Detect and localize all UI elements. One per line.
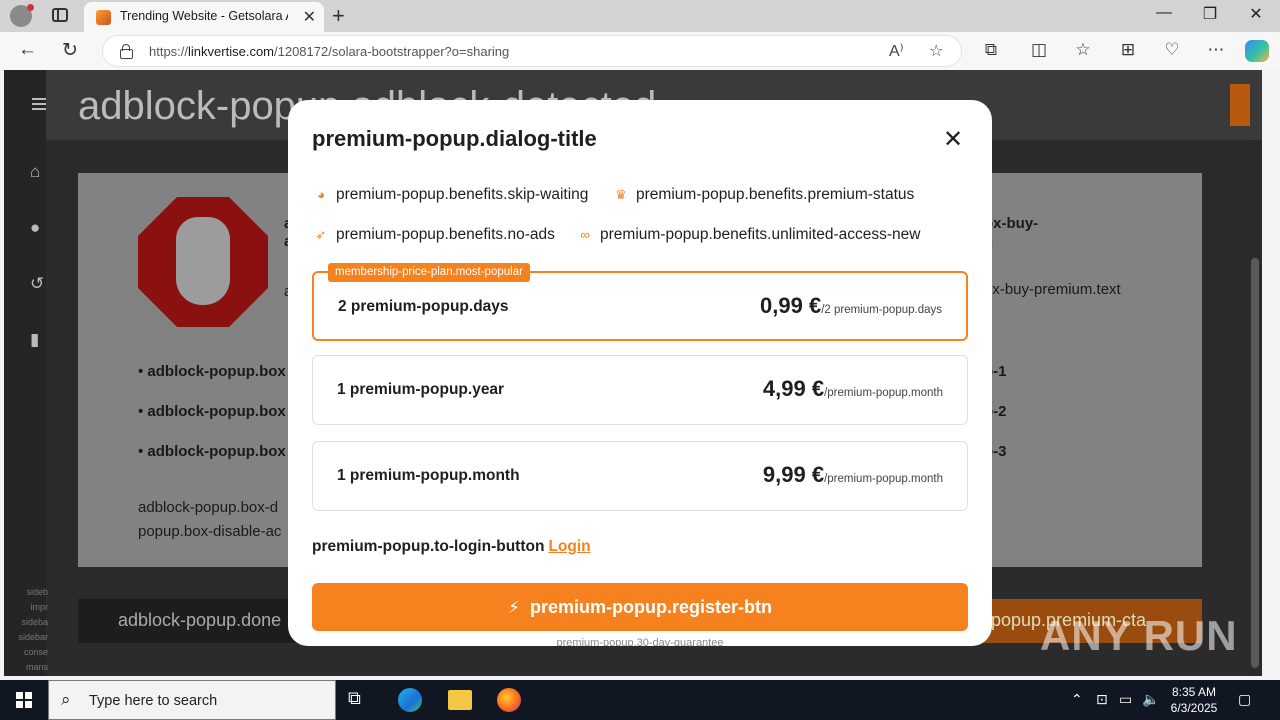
restore-button[interactable]: ❐ <box>1187 4 1233 24</box>
read-aloud-icon[interactable]: A⁾ <box>889 41 904 61</box>
edge-browser-icon[interactable] <box>398 688 422 712</box>
right-title-fragment: ox-buy- <box>984 215 1039 232</box>
plan-price: 9,99 €/premium-popup.month <box>762 462 943 487</box>
infinity-icon: ∞ <box>580 227 590 242</box>
plan-price: 4,99 €/premium-popup.month <box>762 376 943 401</box>
notifications-icon[interactable]: ▢ <box>1238 691 1251 708</box>
plan-option-1-month[interactable]: 1 premium-popup.month 9,99 €/premium-pop… <box>312 441 968 511</box>
profile-avatar-icon[interactable] <box>10 4 34 27</box>
display-icon[interactable]: ▭ <box>1119 691 1132 708</box>
browser-toolbar: ← ↻ https://linkvertise.com/1208172/sola… <box>0 32 1280 70</box>
site-favicon-icon <box>96 10 111 25</box>
collections-icon[interactable]: ⊞ <box>1116 40 1140 60</box>
plan-name: 1 premium-popup.year <box>337 381 505 398</box>
home-icon[interactable]: ⌂ <box>30 162 48 181</box>
task-view-icon[interactable]: ⧉ <box>348 688 372 712</box>
crown-icon: ♛ <box>615 187 627 202</box>
url-text[interactable]: https://linkvertise.com/1208172/solara-b… <box>149 44 509 59</box>
address-bar[interactable]: https://linkvertise.com/1208172/solara-b… <box>102 35 962 67</box>
search-placeholder: Type here to search <box>89 693 218 709</box>
plan-name: 2 premium-popup.days <box>338 298 509 315</box>
tray-chevron-icon[interactable]: ⌃ <box>1071 691 1083 708</box>
plan-price: 0,99 €/2 premium-popup.days <box>760 293 942 318</box>
user-icon[interactable]: ● <box>30 218 48 237</box>
skip-waiting-icon: ◕ <box>317 187 325 202</box>
window-close-button[interactable]: ✕ <box>1233 4 1279 24</box>
favorites-icon[interactable]: ☆ <box>1071 40 1095 60</box>
file-explorer-icon[interactable] <box>448 690 472 710</box>
sidebar-link[interactable]: sidebar <box>8 630 48 645</box>
notification-dot <box>27 4 34 11</box>
most-popular-badge: membership-price-plan.most-popular <box>328 263 530 282</box>
bookmark-icon[interactable]: ▮ <box>30 330 48 349</box>
network-icon[interactable]: ⊡ <box>1096 691 1108 708</box>
browser-tab-bar: Trending Website - Getsolara Acc ✕ + — ❐… <box>0 0 1280 32</box>
tab-close-icon[interactable]: ✕ <box>303 7 316 27</box>
scrollbar-thumb[interactable] <box>1251 258 1259 668</box>
windows-start-icon[interactable] <box>16 692 32 708</box>
taskbar-search-box[interactable]: ⌕ Type here to search <box>48 680 336 720</box>
page-scrollbar[interactable] <box>1248 140 1262 676</box>
register-button[interactable]: ⚡ premium-popup.register-btn <box>312 583 968 631</box>
minimize-button[interactable]: — <box>1141 4 1187 22</box>
benefit-item: ∞ premium-popup.benefits.unlimited-access… <box>576 226 920 244</box>
reload-icon[interactable]: ↻ <box>62 39 78 62</box>
tab-actions-icon[interactable] <box>52 8 68 22</box>
lightning-icon: ⚡ <box>508 598 520 617</box>
benefit-item: ♛ premium-popup.benefits.premium-status <box>612 186 914 204</box>
plan-name: 1 premium-popup.month <box>337 467 520 484</box>
disable-text: adblock-popup.box-d <box>138 499 279 516</box>
stop-hand-icon <box>138 197 268 327</box>
left-sidebar: ⌂ ● ↺ ▮ sideb impr sideba sidebar conse … <box>4 70 49 676</box>
taskbar-clock[interactable]: 8:35 AM 6/3/2025 <box>1166 684 1222 716</box>
premium-dialog: premium-popup.dialog-title ✕ ◕ premium-po… <box>288 100 992 646</box>
right-text-fragment: ox-buy-premium.text <box>984 281 1121 298</box>
sidebar-link[interactable]: sideba <box>8 615 48 630</box>
benefit-item: ◕ premium-popup.benefits.skip-waiting <box>312 186 588 204</box>
list-item: • adblock-popup.box <box>138 443 286 460</box>
windows-taskbar: ⌕ Type here to search ⧉ ⌃ ⊡ ▭ 🔈 8:35 AM 6… <box>0 680 1280 720</box>
sidebar-link[interactable]: impr <box>8 600 49 615</box>
sidebar-link[interactable]: sideb <box>8 585 48 600</box>
copilot-icon[interactable] <box>1245 40 1269 62</box>
back-arrow-icon[interactable]: ← <box>18 39 37 61</box>
login-link[interactable]: Login <box>548 538 590 555</box>
dialog-title: premium-popup.dialog-title <box>312 126 597 151</box>
list-item: • adblock-popup.box <box>138 363 286 380</box>
browser-essentials-icon[interactable]: ♡ <box>1160 40 1184 60</box>
no-ads-icon: ➶ <box>315 227 327 242</box>
more-menu-icon[interactable]: ⋯ <box>1204 40 1228 60</box>
volume-icon[interactable]: 🔈 <box>1142 691 1159 708</box>
split-screen-icon[interactable]: ◫ <box>1027 40 1051 60</box>
disable-text: popup.box-disable-ac <box>138 523 282 540</box>
dialog-close-icon[interactable]: ✕ <box>943 128 963 152</box>
history-icon[interactable]: ↺ <box>30 274 48 293</box>
benefit-item: ➶ premium-popup.benefits.no-ads <box>312 226 555 244</box>
favorite-star-icon[interactable]: ☆ <box>929 41 943 61</box>
browser-tab-active[interactable]: Trending Website - Getsolara Acc ✕ <box>84 2 324 32</box>
search-icon: ⌕ <box>61 690 71 709</box>
plan-option-1-year[interactable]: 1 premium-popup.year 4,99 €/premium-popu… <box>312 355 968 425</box>
login-prompt: premium-popup.to-login-button Login <box>312 538 591 555</box>
tab-title: Trending Website - Getsolara Acc <box>120 9 288 23</box>
extensions-icon[interactable]: ⧉ <box>979 40 1003 60</box>
list-item: • adblock-popup.box <box>138 403 286 420</box>
lock-icon[interactable] <box>120 44 133 59</box>
guarantee-text: premium-popup.30-day-guarantee <box>556 637 724 646</box>
hamburger-menu-icon[interactable] <box>32 98 46 110</box>
sidebar-link[interactable]: conse <box>8 645 48 660</box>
sidebar-link[interactable]: mans <box>8 660 48 675</box>
header-action-button[interactable] <box>1230 84 1250 126</box>
new-tab-button[interactable]: + <box>332 3 345 29</box>
anyrun-watermark: ANY RUN <box>1040 612 1238 659</box>
firefox-icon[interactable] <box>497 688 521 712</box>
done-button[interactable]: adblock-popup.done <box>118 610 281 631</box>
